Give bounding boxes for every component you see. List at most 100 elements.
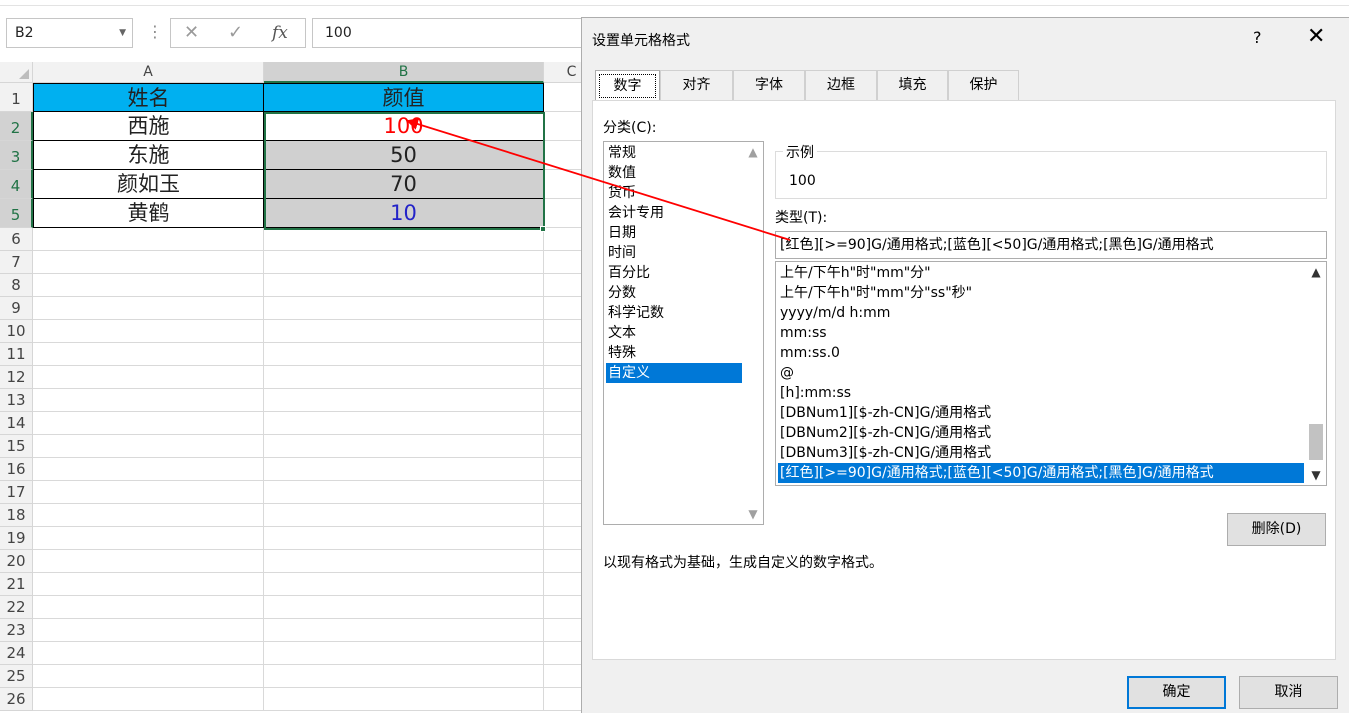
type-item[interactable]: [DBNum1][$-zh-CN]G/通用格式 xyxy=(778,403,1304,423)
tab-2[interactable]: 字体 xyxy=(733,70,805,101)
category-item[interactable]: 特殊 xyxy=(606,343,742,363)
table-header-cell[interactable]: 颜值 xyxy=(264,83,544,112)
row-header[interactable]: 26 xyxy=(0,688,33,711)
row-header[interactable]: 23 xyxy=(0,619,33,642)
cell-a12[interactable] xyxy=(33,366,264,389)
cell-b22[interactable] xyxy=(264,596,544,619)
cell-a11[interactable] xyxy=(33,343,264,366)
row-header[interactable]: 3 xyxy=(0,141,33,170)
category-item[interactable]: 货币 xyxy=(606,183,742,203)
type-item[interactable]: mm:ss.0 xyxy=(778,343,1304,363)
cell-a15[interactable] xyxy=(33,435,264,458)
category-item[interactable]: 文本 xyxy=(606,323,742,343)
cell-b15[interactable] xyxy=(264,435,544,458)
type-list[interactable]: [红色][>=90]G/通用格式;[蓝色][<50]G/通用格式;[黑色]G/通… xyxy=(775,261,1327,486)
type-item[interactable]: [h]:mm:ss xyxy=(778,383,1304,403)
category-item[interactable]: 百分比 xyxy=(606,263,742,283)
column-header-b[interactable]: B xyxy=(264,62,544,83)
type-item[interactable]: [红色][>=90]G/通用格式;[蓝色][<50]G/通用格式;[黑色]G/通… xyxy=(778,463,1304,483)
fill-handle[interactable] xyxy=(540,226,546,232)
scroll-thumb[interactable] xyxy=(1309,424,1323,460)
cell-b14[interactable] xyxy=(264,412,544,435)
column-header-a[interactable]: A xyxy=(33,62,264,83)
category-item[interactable]: 分数 xyxy=(606,283,742,303)
row-header[interactable]: 7 xyxy=(0,251,33,274)
row-header[interactable]: 5 xyxy=(0,199,33,228)
cell-b12[interactable] xyxy=(264,366,544,389)
enter-icon[interactable]: ✓ xyxy=(228,19,243,47)
select-all-corner[interactable] xyxy=(0,62,33,83)
row-header[interactable]: 1 xyxy=(0,83,33,112)
cell-a17[interactable] xyxy=(33,481,264,504)
cell-a21[interactable] xyxy=(33,573,264,596)
cell-a18[interactable] xyxy=(33,504,264,527)
row-header[interactable]: 8 xyxy=(0,274,33,297)
name-box[interactable]: B2 ▼ xyxy=(6,18,133,48)
row-header[interactable]: 15 xyxy=(0,435,33,458)
category-item[interactable]: 日期 xyxy=(606,223,742,243)
tab-5[interactable]: 保护 xyxy=(948,70,1019,101)
cell-a14[interactable] xyxy=(33,412,264,435)
cell-a9[interactable] xyxy=(33,297,264,320)
row-header[interactable]: 4 xyxy=(0,170,33,199)
cell-b19[interactable] xyxy=(264,527,544,550)
cell-a6[interactable] xyxy=(33,228,264,251)
ok-button[interactable]: 确定 xyxy=(1127,676,1226,709)
type-item[interactable]: mm:ss xyxy=(778,323,1304,343)
cell-a22[interactable] xyxy=(33,596,264,619)
cell-a19[interactable] xyxy=(33,527,264,550)
row-header[interactable]: 10 xyxy=(0,320,33,343)
cancel-button[interactable]: 取消 xyxy=(1239,676,1338,709)
cell-b6[interactable] xyxy=(264,228,544,251)
row-header[interactable]: 2 xyxy=(0,112,33,141)
row-header[interactable]: 9 xyxy=(0,297,33,320)
category-item[interactable]: 常规 xyxy=(606,143,742,163)
cell-b18[interactable] xyxy=(264,504,544,527)
type-item[interactable]: 上午/下午h"时"mm"分"ss"秒" xyxy=(778,283,1304,303)
name-cell[interactable]: 东施 xyxy=(33,141,264,170)
cell-b7[interactable] xyxy=(264,251,544,274)
row-header[interactable]: 11 xyxy=(0,343,33,366)
scroll-up-icon[interactable]: ▲ xyxy=(743,142,763,162)
tab-4[interactable]: 填充 xyxy=(877,70,948,101)
cell-b11[interactable] xyxy=(264,343,544,366)
cell-b10[interactable] xyxy=(264,320,544,343)
cell-b9[interactable] xyxy=(264,297,544,320)
type-item[interactable]: [DBNum3][$-zh-CN]G/通用格式 xyxy=(778,443,1304,463)
cell-a7[interactable] xyxy=(33,251,264,274)
cell-b20[interactable] xyxy=(264,550,544,573)
delete-button[interactable]: 删除(D) xyxy=(1227,513,1326,546)
cell-b23[interactable] xyxy=(264,619,544,642)
row-header[interactable]: 6 xyxy=(0,228,33,251)
help-icon[interactable]: ? xyxy=(1253,28,1262,47)
cell-b24[interactable] xyxy=(264,642,544,665)
cell-a23[interactable] xyxy=(33,619,264,642)
tab-3[interactable]: 边框 xyxy=(805,70,877,101)
cell-b26[interactable] xyxy=(264,688,544,711)
type-scrollbar[interactable]: ▲ ▼ xyxy=(1306,262,1326,485)
category-scrollbar[interactable]: ▲ ▼ xyxy=(743,142,763,524)
row-header[interactable]: 25 xyxy=(0,665,33,688)
cell-b13[interactable] xyxy=(264,389,544,412)
cell-a20[interactable] xyxy=(33,550,264,573)
insert-function-icon[interactable]: fx xyxy=(272,19,288,47)
table-header-cell[interactable]: 姓名 xyxy=(33,83,264,112)
scroll-down-icon[interactable]: ▼ xyxy=(743,504,763,524)
row-header[interactable]: 13 xyxy=(0,389,33,412)
scroll-up-icon[interactable]: ▲ xyxy=(1306,262,1326,282)
category-item[interactable]: 数值 xyxy=(606,163,742,183)
row-header[interactable]: 20 xyxy=(0,550,33,573)
cell-b17[interactable] xyxy=(264,481,544,504)
row-header[interactable]: 17 xyxy=(0,481,33,504)
cancel-icon[interactable]: ✕ xyxy=(184,19,199,47)
type-item[interactable]: yyyy/m/d h:mm xyxy=(778,303,1304,323)
row-header[interactable]: 14 xyxy=(0,412,33,435)
cell-b25[interactable] xyxy=(264,665,544,688)
category-list[interactable]: 自定义 特殊 文本 科学记数 分数 百分比 时间 日期 会计专用 货币 数值 常规 ▲ ▼ xyxy=(603,141,764,525)
row-header[interactable]: 22 xyxy=(0,596,33,619)
name-cell[interactable]: 西施 xyxy=(33,112,264,141)
cell-a13[interactable] xyxy=(33,389,264,412)
cell-b16[interactable] xyxy=(264,458,544,481)
cell-a10[interactable] xyxy=(33,320,264,343)
row-header[interactable]: 16 xyxy=(0,458,33,481)
